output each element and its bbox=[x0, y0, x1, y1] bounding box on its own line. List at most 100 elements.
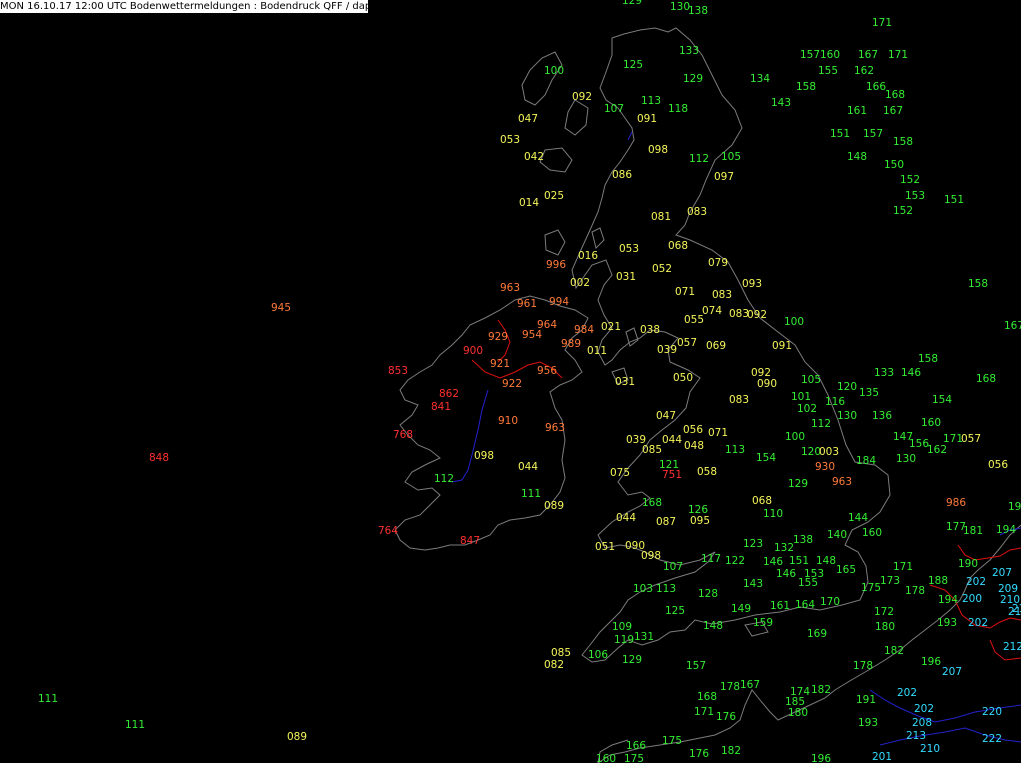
station-pressure-label: 133 bbox=[874, 367, 894, 379]
station-pressure-label: 129 bbox=[622, 0, 642, 7]
station-pressure-label: 131 bbox=[634, 631, 654, 643]
station-pressure-label: 191 bbox=[856, 694, 876, 706]
station-pressure-label: 841 bbox=[431, 401, 451, 413]
station-pressure-label: 085 bbox=[551, 647, 571, 659]
station-pressure-label: 162 bbox=[854, 65, 874, 77]
station-pressure-label: 853 bbox=[388, 365, 408, 377]
station-pressure-label: 166 bbox=[626, 740, 646, 752]
station-pressure-label: 116 bbox=[825, 396, 845, 408]
station-pressure-label: 098 bbox=[641, 550, 661, 562]
station-pressure-label: 152 bbox=[900, 174, 920, 186]
station-pressure-label: 146 bbox=[776, 568, 796, 580]
station-pressure-label: 207 bbox=[992, 567, 1012, 579]
station-pressure-label: 112 bbox=[434, 473, 454, 485]
station-pressure-label: 184 bbox=[856, 455, 876, 467]
station-pressure-label: 058 bbox=[697, 466, 717, 478]
station-pressure-label: 165 bbox=[836, 564, 856, 576]
station-pressure-label: 075 bbox=[610, 467, 630, 479]
station-pressure-label: 21 bbox=[1012, 603, 1021, 615]
station-pressure-label: 182 bbox=[811, 684, 831, 696]
station-pressure-label: 002 bbox=[570, 277, 590, 289]
station-pressure-label: 160 bbox=[862, 527, 882, 539]
station-pressure-label: 751 bbox=[662, 469, 682, 481]
station-pressure-label: 102 bbox=[797, 403, 817, 415]
station-pressure-label: 963 bbox=[832, 476, 852, 488]
station-pressure-label: 031 bbox=[615, 376, 635, 388]
station-pressure-label: 068 bbox=[752, 495, 772, 507]
station-pressure-label: 764 bbox=[378, 525, 398, 537]
station-pressure-label: 963 bbox=[545, 422, 565, 434]
station-pressure-label: 044 bbox=[662, 434, 682, 446]
station-pressure-label: 989 bbox=[561, 338, 581, 350]
station-pressure-label: 003 bbox=[819, 446, 839, 458]
station-pressure-label: 134 bbox=[750, 73, 770, 85]
station-pressure-label: 155 bbox=[798, 577, 818, 589]
station-pressure-label: 107 bbox=[604, 103, 624, 115]
station-pressure-label: 025 bbox=[544, 190, 564, 202]
station-pressure-label: 107 bbox=[663, 561, 683, 573]
station-pressure-label: 175 bbox=[624, 753, 644, 763]
station-pressure-label: 091 bbox=[637, 113, 657, 125]
station-pressure-label: 148 bbox=[816, 555, 836, 567]
station-pressure-label: 093 bbox=[742, 278, 762, 290]
station-pressure-label: 052 bbox=[652, 263, 672, 275]
station-pressure-label: 153 bbox=[905, 190, 925, 202]
station-pressure-label: 930 bbox=[815, 461, 835, 473]
station-pressure-label: 178 bbox=[905, 585, 925, 597]
station-pressure-label: 986 bbox=[946, 497, 966, 509]
station-pressure-label: 092 bbox=[747, 309, 767, 321]
station-pressure-label: 164 bbox=[795, 599, 815, 611]
station-pressure-label: 111 bbox=[38, 693, 58, 705]
station-pressure-label: 083 bbox=[712, 289, 732, 301]
station-pressure-label: 068 bbox=[668, 240, 688, 252]
station-pressure-label: 181 bbox=[963, 525, 983, 537]
station-pressure-label: 122 bbox=[725, 555, 745, 567]
station-pressure-label: 172 bbox=[874, 606, 894, 618]
station-pressure-label: 148 bbox=[847, 151, 867, 163]
station-pressure-label: 098 bbox=[474, 450, 494, 462]
station-pressure-label: 042 bbox=[524, 151, 544, 163]
station-pressure-label: 071 bbox=[675, 286, 695, 298]
station-pressure-label: 087 bbox=[656, 516, 676, 528]
station-pressure-label: 100 bbox=[784, 316, 804, 328]
station-pressure-label: 085 bbox=[642, 444, 662, 456]
station-pressure-label: 768 bbox=[393, 429, 413, 441]
station-pressure-label: 167 bbox=[858, 49, 878, 61]
station-pressure-label: 089 bbox=[287, 731, 307, 743]
station-pressure-label: 113 bbox=[656, 583, 676, 595]
station-pressure-label: 152 bbox=[893, 205, 913, 217]
station-pressure-label: 069 bbox=[706, 340, 726, 352]
station-pressure-label: 182 bbox=[884, 645, 904, 657]
station-pressure-label: 180 bbox=[788, 707, 808, 719]
station-pressure-label: 194 bbox=[996, 524, 1016, 536]
station-pressure-label: 961 bbox=[517, 298, 537, 310]
station-pressure-label: 082 bbox=[544, 659, 564, 671]
station-pressure-label: 089 bbox=[544, 500, 564, 512]
station-pressure-label: 151 bbox=[944, 194, 964, 206]
station-pressure-label: 157 bbox=[863, 128, 883, 140]
station-pressure-label: 202 bbox=[914, 703, 934, 715]
station-pressure-label: 129 bbox=[683, 73, 703, 85]
station-pressure-label: 125 bbox=[623, 59, 643, 71]
station-pressure-label: 148 bbox=[703, 620, 723, 632]
station-pressure-label: 956 bbox=[537, 365, 557, 377]
station-pressure-label: 101 bbox=[791, 391, 811, 403]
station-pressure-label: 079 bbox=[708, 257, 728, 269]
station-pressure-label: 171 bbox=[872, 17, 892, 29]
station-pressure-label: 157 bbox=[686, 660, 706, 672]
station-pressure-label: 155 bbox=[818, 65, 838, 77]
station-pressure-label: 113 bbox=[641, 95, 661, 107]
station-pressure-label: 138 bbox=[793, 534, 813, 546]
station-pressure-label: 117 bbox=[701, 553, 721, 565]
station-pressure-label: 047 bbox=[656, 410, 676, 422]
station-pressure-label: 921 bbox=[490, 358, 510, 370]
station-pressure-label: 178 bbox=[720, 681, 740, 693]
station-pressure-label: 847 bbox=[460, 535, 480, 547]
station-pressure-label: 136 bbox=[872, 410, 892, 422]
station-pressure-label: 103 bbox=[633, 583, 653, 595]
station-pressure-label: 200 bbox=[962, 593, 982, 605]
station-pressure-label: 208 bbox=[912, 717, 932, 729]
station-pressure-label: 083 bbox=[687, 206, 707, 218]
station-pressure-label: 119 bbox=[614, 634, 634, 646]
station-pressure-label: 113 bbox=[725, 444, 745, 456]
